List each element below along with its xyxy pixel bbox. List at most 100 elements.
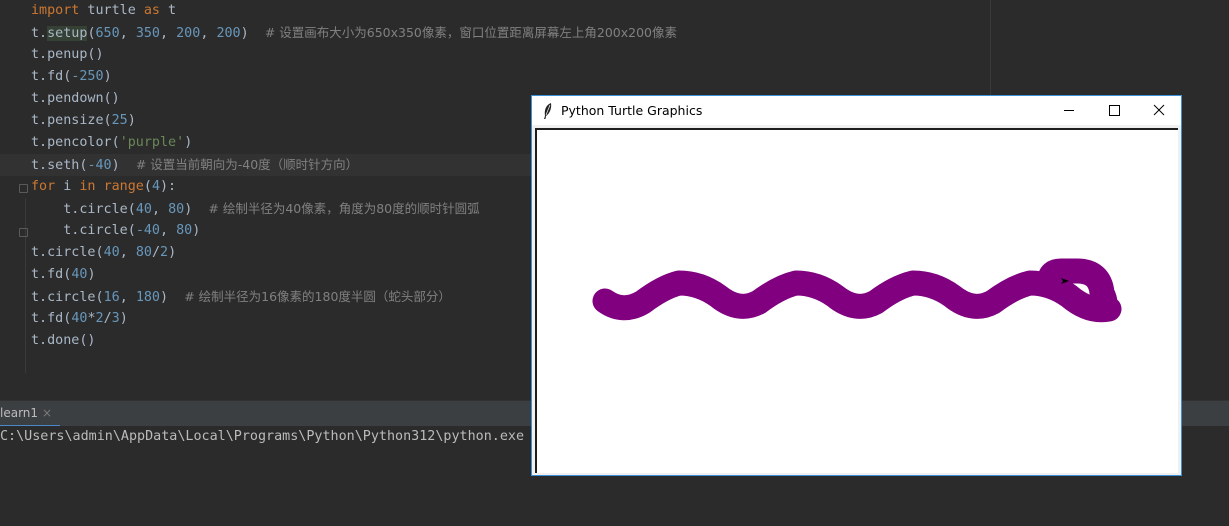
turtle-drawing (592, 258, 1122, 323)
code-line: t.circle(16, 180) # 绘制半径为16像素的180度半圆（蛇头部… (31, 286, 451, 308)
code-token: ( (87, 26, 96, 41)
code-line: t.pencolor('purple') (31, 132, 192, 154)
code-token: 40 (103, 245, 120, 260)
code-token: -250 (71, 69, 104, 84)
code-token: ( (143, 179, 152, 194)
code-token: t.circle( (31, 245, 104, 260)
code-line: t.circle(40, 80/2) (31, 242, 176, 264)
code-token: import (31, 3, 80, 18)
code-token: t.pencolor( (31, 135, 120, 150)
code-token: i (55, 179, 80, 194)
code-token: , (119, 26, 136, 41)
code-token: 40 (71, 311, 88, 326)
code-token: 80 (176, 223, 193, 238)
code-line: t.fd(-250) (31, 66, 112, 88)
code-line: t.penup() (31, 44, 104, 66)
code-token: t.pensize( (31, 113, 112, 128)
code-token: t.done() (31, 333, 96, 348)
code-token: ) (240, 26, 265, 41)
close-button[interactable] (1136, 96, 1182, 125)
code-line: t.pensize(25) (31, 110, 136, 132)
code-line: t.done() (31, 330, 96, 352)
code-token: , (151, 202, 169, 217)
code-token: t.fd( (31, 69, 72, 84)
code-token: 25 (111, 113, 128, 128)
code-token: 40 (71, 267, 88, 282)
code-token: ) (103, 69, 112, 84)
code-token: , (160, 223, 177, 238)
code-token: 80 (168, 202, 185, 217)
code-token: -40 (135, 223, 160, 238)
code-line: t.pendown() (31, 88, 120, 110)
code-token: for (31, 179, 56, 194)
code-token: ) (111, 158, 136, 173)
turtle-canvas[interactable] (535, 128, 1178, 473)
code-token: t. (31, 26, 48, 41)
run-tab-learn1[interactable]: learn1 × (0, 401, 60, 427)
code-token: 2 (160, 245, 169, 260)
code-token: ) (127, 113, 136, 128)
code-token: / (103, 311, 112, 326)
code-line: t.circle(-40, 80) (31, 220, 200, 242)
close-icon (1153, 104, 1165, 116)
code-line: for i in range(4): (31, 176, 176, 198)
code-token: 'purple' (119, 135, 185, 150)
fold-marker-icon[interactable] (19, 184, 28, 193)
code-token: ) (184, 135, 193, 150)
code-line: t.fd(40*2/3) (31, 308, 128, 330)
code-token: # 设置当前朝向为-40度（顺时针方向） (135, 157, 359, 172)
minimize-button[interactable] (1046, 96, 1092, 125)
code-token: 16 (103, 290, 120, 305)
feather-icon (544, 103, 552, 119)
turtle-graphics-window[interactable]: Python Turtle Graphics (531, 95, 1182, 476)
code-token: 200 (216, 26, 241, 41)
code-token: , (160, 26, 177, 41)
code-line: t.seth(-40) # 设置当前朝向为-40度（顺时针方向） (31, 154, 358, 176)
code-token: t.fd( (31, 267, 72, 282)
minimize-icon (1064, 110, 1074, 111)
code-token: 3 (111, 311, 120, 326)
code-token: # 绘制半径为40像素，角度为80度的顺时针圆弧 (208, 201, 480, 216)
snake-stroke (592, 258, 1122, 323)
code-token: 200 (176, 26, 201, 41)
code-line: import turtle as t (31, 0, 176, 22)
code-token: ) (160, 290, 185, 305)
indent-guide (25, 198, 26, 373)
code-token: in (79, 179, 96, 194)
code-token: / (151, 245, 160, 260)
code-token: t.penup() (31, 47, 104, 62)
window-title: Python Turtle Graphics (561, 103, 703, 118)
code-line: t.circle(40, 80) # 绘制半径为40像素，角度为80度的顺时针圆… (31, 198, 480, 220)
code-token: t.circle( (31, 223, 136, 238)
code-token: range (103, 179, 144, 194)
code-token: turtle (79, 3, 144, 18)
close-icon[interactable]: × (42, 406, 52, 420)
run-tab-label: learn1 (0, 406, 39, 420)
code-token: 80 (135, 245, 152, 260)
window-title-bar[interactable]: Python Turtle Graphics (532, 96, 1181, 125)
code-token: 180 (135, 290, 160, 305)
code-token: 4 (151, 179, 160, 194)
code-token: t (160, 3, 177, 18)
code-token: , (119, 290, 136, 305)
code-token: t.circle( (31, 290, 104, 305)
code-token: setup (47, 26, 88, 41)
code-token: t.circle( (31, 202, 136, 217)
code-line: t.fd(40) (31, 264, 96, 286)
console-command-line: C:\Users\admin\AppData\Local\Programs\Py… (0, 429, 541, 444)
code-token: t.seth( (31, 158, 88, 173)
code-token: ) (168, 245, 177, 260)
code-token: -40 (87, 158, 112, 173)
code-token: ) (192, 223, 201, 238)
fold-marker-icon[interactable] (19, 228, 28, 237)
code-token: ): (160, 179, 177, 194)
code-token: # 绘制半径为16像素的180度半圆（蛇头部分） (184, 289, 451, 304)
code-token: # 设置画布大小为650x350像素，窗口位置距离屏幕左上角200x200像素 (264, 25, 677, 40)
code-token: ) (119, 311, 128, 326)
code-token: ) (87, 267, 96, 282)
code-line: t.setup(650, 350, 200, 200) # 设置画布大小为650… (31, 22, 677, 44)
code-token: ) (184, 202, 209, 217)
code-token: as (143, 3, 160, 18)
maximize-button[interactable] (1091, 96, 1137, 125)
